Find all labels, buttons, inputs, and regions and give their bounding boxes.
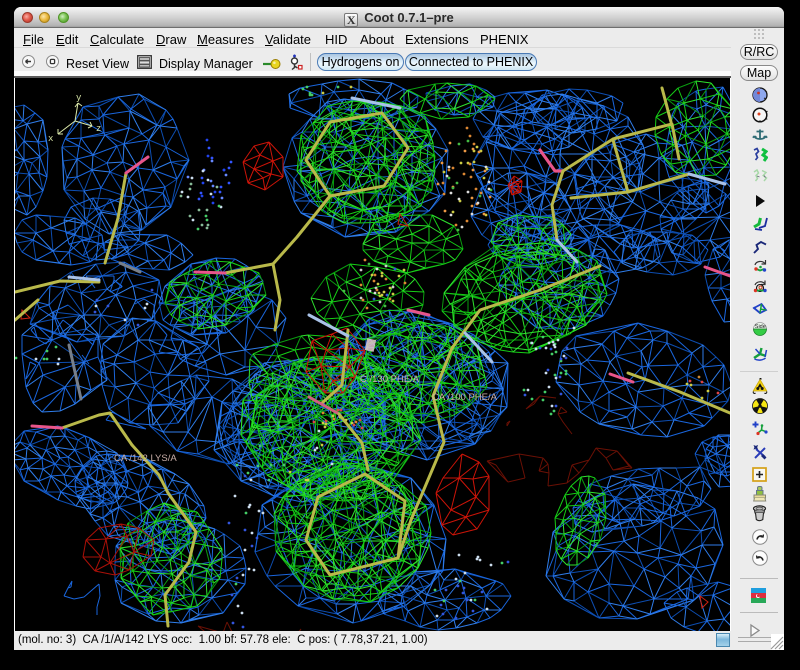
svg-text:y: y — [76, 93, 82, 103]
svg-text:Side: Side — [755, 324, 766, 330]
svg-text:x: x — [48, 134, 53, 144]
svg-text:z: z — [96, 124, 101, 134]
svg-text:C /130 PHE/A: C /130 PHE/A — [360, 374, 420, 385]
svg-text:CA /100 PHE/A: CA /100 PHE/A — [432, 392, 498, 403]
svg-text:CA /142 LYS/A: CA /142 LYS/A — [114, 453, 177, 464]
